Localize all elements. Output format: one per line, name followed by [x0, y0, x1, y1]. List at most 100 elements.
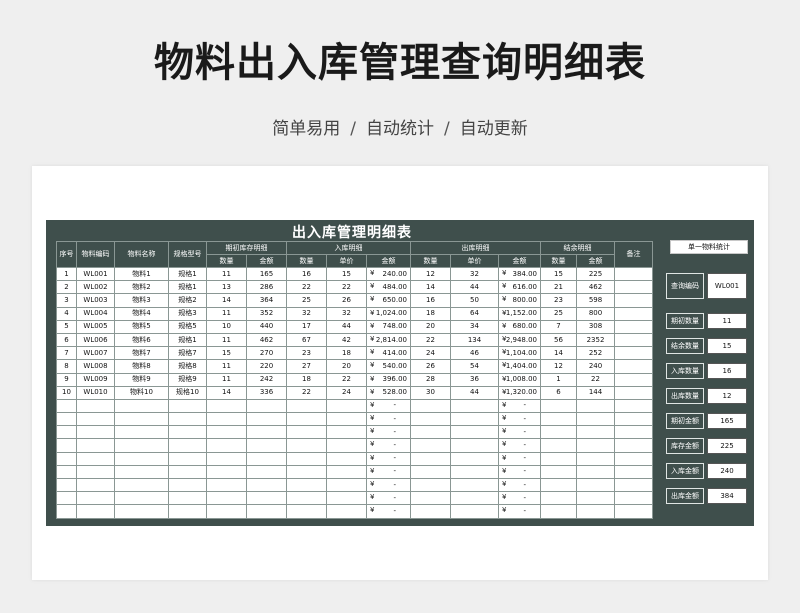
cell-empty[interactable]	[56, 504, 77, 519]
cell-empty[interactable]	[286, 451, 327, 466]
cell-x-qty[interactable]: 20	[410, 319, 451, 334]
cell-o-amt[interactable]: 336	[246, 385, 287, 400]
cell-out-amount[interactable]: ¥ -	[498, 425, 541, 440]
cell-name[interactable]: 物料3	[114, 293, 169, 308]
cell-out-amount[interactable]: ¥ -	[498, 477, 541, 493]
cell-x-qty[interactable]: 14	[410, 280, 451, 295]
cell-in-amount[interactable]: ¥ -	[366, 398, 411, 414]
cell-empty[interactable]	[114, 491, 169, 506]
cell-empty[interactable]	[326, 504, 367, 519]
cell-empty[interactable]	[540, 464, 577, 480]
cell-seq[interactable]: 2	[56, 280, 77, 295]
cell-empty[interactable]	[56, 412, 77, 427]
cell-out-amount[interactable]: ¥616.00	[498, 280, 541, 295]
cell-o-qty[interactable]: 11	[206, 332, 247, 348]
cell-spec[interactable]: 规格1	[168, 332, 207, 348]
cell-i-qty[interactable]: 25	[286, 293, 327, 308]
cell-empty[interactable]	[614, 464, 653, 480]
cell-i-price[interactable]: 26	[326, 293, 367, 308]
cell-c-amt[interactable]: 225	[576, 266, 615, 282]
cell-empty[interactable]	[540, 491, 577, 506]
cell-x-qty[interactable]: 30	[410, 385, 451, 400]
cell-o-qty[interactable]: 11	[206, 306, 247, 321]
cell-o-amt[interactable]: 220	[246, 359, 287, 374]
cell-empty[interactable]	[450, 477, 499, 493]
cell-remark[interactable]	[614, 280, 653, 295]
cell-c-qty[interactable]: 1	[540, 372, 577, 387]
cell-name[interactable]: 物料10	[114, 385, 169, 400]
cell-spec[interactable]: 规格2	[168, 293, 207, 308]
cell-empty[interactable]	[168, 491, 207, 506]
cell-empty[interactable]	[114, 504, 169, 519]
cell-empty[interactable]	[206, 412, 247, 427]
cell-o-amt[interactable]: 364	[246, 293, 287, 308]
cell-empty[interactable]	[614, 491, 653, 506]
cell-o-qty[interactable]: 15	[206, 346, 247, 361]
cell-x-qty[interactable]: 22	[410, 332, 451, 348]
cell-seq[interactable]: 8	[56, 359, 77, 374]
cell-empty[interactable]	[576, 451, 615, 466]
cell-c-amt[interactable]: 800	[576, 306, 615, 321]
cell-empty[interactable]	[410, 504, 451, 519]
cell-empty[interactable]	[206, 477, 247, 493]
cell-x-qty[interactable]: 18	[410, 306, 451, 321]
cell-empty[interactable]	[540, 438, 577, 453]
cell-empty[interactable]	[168, 464, 207, 480]
cell-empty[interactable]	[206, 491, 247, 506]
cell-empty[interactable]	[576, 425, 615, 440]
cell-x-qty[interactable]: 24	[410, 346, 451, 361]
cell-code[interactable]: WL007	[76, 346, 115, 361]
cell-empty[interactable]	[76, 504, 115, 519]
cell-o-qty[interactable]: 11	[206, 359, 247, 374]
cell-code[interactable]: WL010	[76, 385, 115, 400]
cell-out-amount[interactable]: ¥680.00	[498, 319, 541, 334]
cell-remark[interactable]	[614, 372, 653, 387]
cell-name[interactable]: 物料5	[114, 319, 169, 334]
cell-x-price[interactable]: 44	[450, 280, 499, 295]
cell-empty[interactable]	[76, 451, 115, 466]
cell-c-qty[interactable]: 14	[540, 346, 577, 361]
cell-empty[interactable]	[56, 425, 77, 440]
cell-empty[interactable]	[450, 504, 499, 519]
cell-in-amount[interactable]: ¥528.00	[366, 385, 411, 400]
cell-i-price[interactable]: 44	[326, 319, 367, 334]
cell-c-amt[interactable]: 252	[576, 346, 615, 361]
cell-empty[interactable]	[614, 504, 653, 519]
cell-empty[interactable]	[614, 438, 653, 453]
cell-empty[interactable]	[286, 438, 327, 453]
cell-name[interactable]: 物料4	[114, 306, 169, 321]
cell-empty[interactable]	[410, 491, 451, 506]
cell-empty[interactable]	[246, 438, 287, 453]
cell-x-qty[interactable]: 28	[410, 372, 451, 387]
cell-o-amt[interactable]: 440	[246, 319, 287, 334]
cell-c-qty[interactable]: 15	[540, 266, 577, 282]
cell-empty[interactable]	[286, 504, 327, 519]
cell-spec[interactable]: 规格9	[168, 372, 207, 387]
cell-c-amt[interactable]: 240	[576, 359, 615, 374]
cell-empty[interactable]	[168, 504, 207, 519]
cell-c-qty[interactable]: 56	[540, 332, 577, 348]
cell-in-amount[interactable]: ¥1,024.00	[366, 306, 411, 321]
cell-i-price[interactable]: 15	[326, 266, 367, 282]
cell-x-qty[interactable]: 12	[410, 266, 451, 282]
cell-remark[interactable]	[614, 385, 653, 400]
cell-empty[interactable]	[540, 398, 577, 414]
cell-empty[interactable]	[76, 438, 115, 453]
cell-in-amount[interactable]: ¥540.00	[366, 359, 411, 374]
cell-empty[interactable]	[206, 438, 247, 453]
cell-x-qty[interactable]: 16	[410, 293, 451, 308]
cell-empty[interactable]	[206, 451, 247, 466]
cell-remark[interactable]	[614, 266, 653, 282]
cell-empty[interactable]	[206, 464, 247, 480]
cell-empty[interactable]	[614, 398, 653, 414]
cell-remark[interactable]	[614, 346, 653, 361]
cell-out-amount[interactable]: ¥384.00	[498, 266, 541, 282]
cell-empty[interactable]	[450, 491, 499, 506]
cell-empty[interactable]	[168, 477, 207, 493]
cell-spec[interactable]: 规格1	[168, 266, 207, 282]
cell-empty[interactable]	[246, 412, 287, 427]
cell-empty[interactable]	[168, 438, 207, 453]
cell-empty[interactable]	[286, 398, 327, 414]
cell-x-price[interactable]: 134	[450, 332, 499, 348]
cell-out-amount[interactable]: ¥2,948.00	[498, 332, 541, 348]
